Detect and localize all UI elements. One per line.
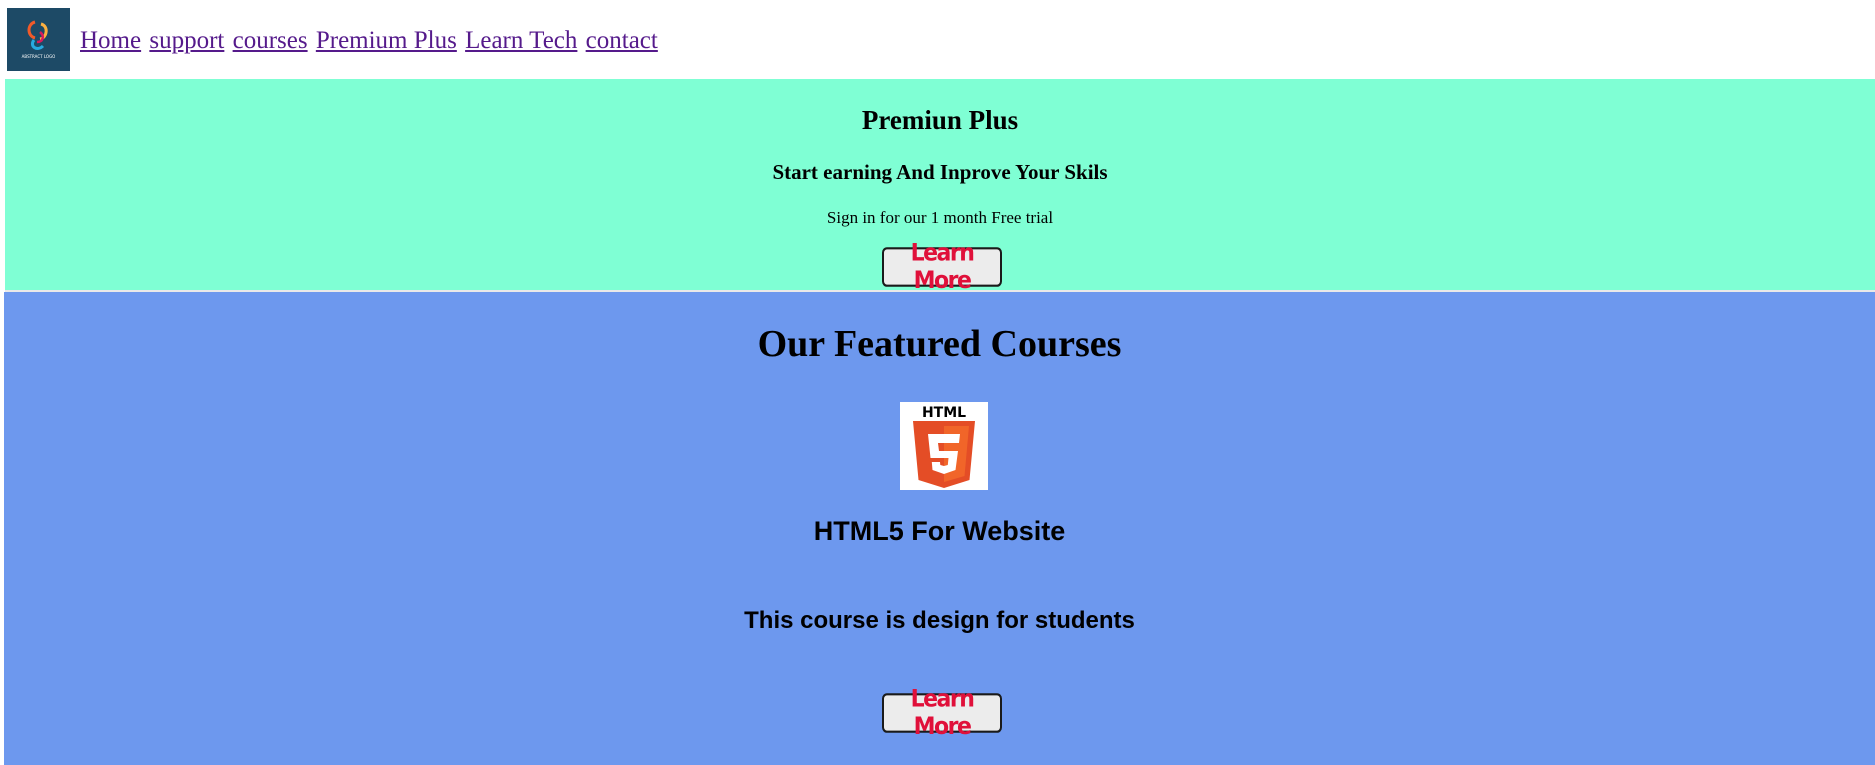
- html5-logo-icon: HTML: [900, 402, 988, 490]
- nav-link-home[interactable]: Home: [80, 27, 141, 54]
- logo-text: ABSTRACT LOGO: [22, 54, 56, 59]
- premium-subtitle: Start earning And Inprove Your Skils: [772, 160, 1108, 184]
- site-header: ABSTRACT LOGO Home support courses Premi…: [0, 0, 1875, 78]
- featured-courses-title: Our Featured Courses: [757, 323, 1122, 365]
- course-title: HTML5 For Website: [813, 516, 1066, 546]
- nav-link-premium-plus[interactable]: Premium Plus: [316, 27, 457, 54]
- premium-section: Premiun Plus Start earning And Inprove Y…: [5, 79, 1875, 295]
- main-nav: Home support courses Premium Plus Learn …: [80, 24, 660, 58]
- abstract-logo-icon[interactable]: ABSTRACT LOGO: [7, 8, 70, 71]
- nav-link-courses[interactable]: courses: [233, 27, 308, 54]
- premium-trial-text: Sign in for our 1 month Free trial: [826, 208, 1054, 227]
- html5-logo-text: HTML: [922, 405, 966, 421]
- featured-courses-section: Our Featured Courses HTML HTML5 For Webs…: [4, 292, 1875, 765]
- nav-link-support[interactable]: support: [149, 27, 224, 54]
- premium-learn-more-button[interactable]: Learn More: [882, 240, 1002, 295]
- page: ABSTRACT LOGO Home support courses Premi…: [0, 0, 1875, 765]
- course-learn-more-button[interactable]: Learn More: [882, 686, 1002, 741]
- premium-title: Premiun Plus: [861, 105, 1019, 135]
- course-description: This course is design for students: [744, 607, 1135, 634]
- nav-link-learn-tech[interactable]: Learn Tech: [465, 27, 577, 54]
- nav-link-contact[interactable]: contact: [586, 27, 658, 54]
